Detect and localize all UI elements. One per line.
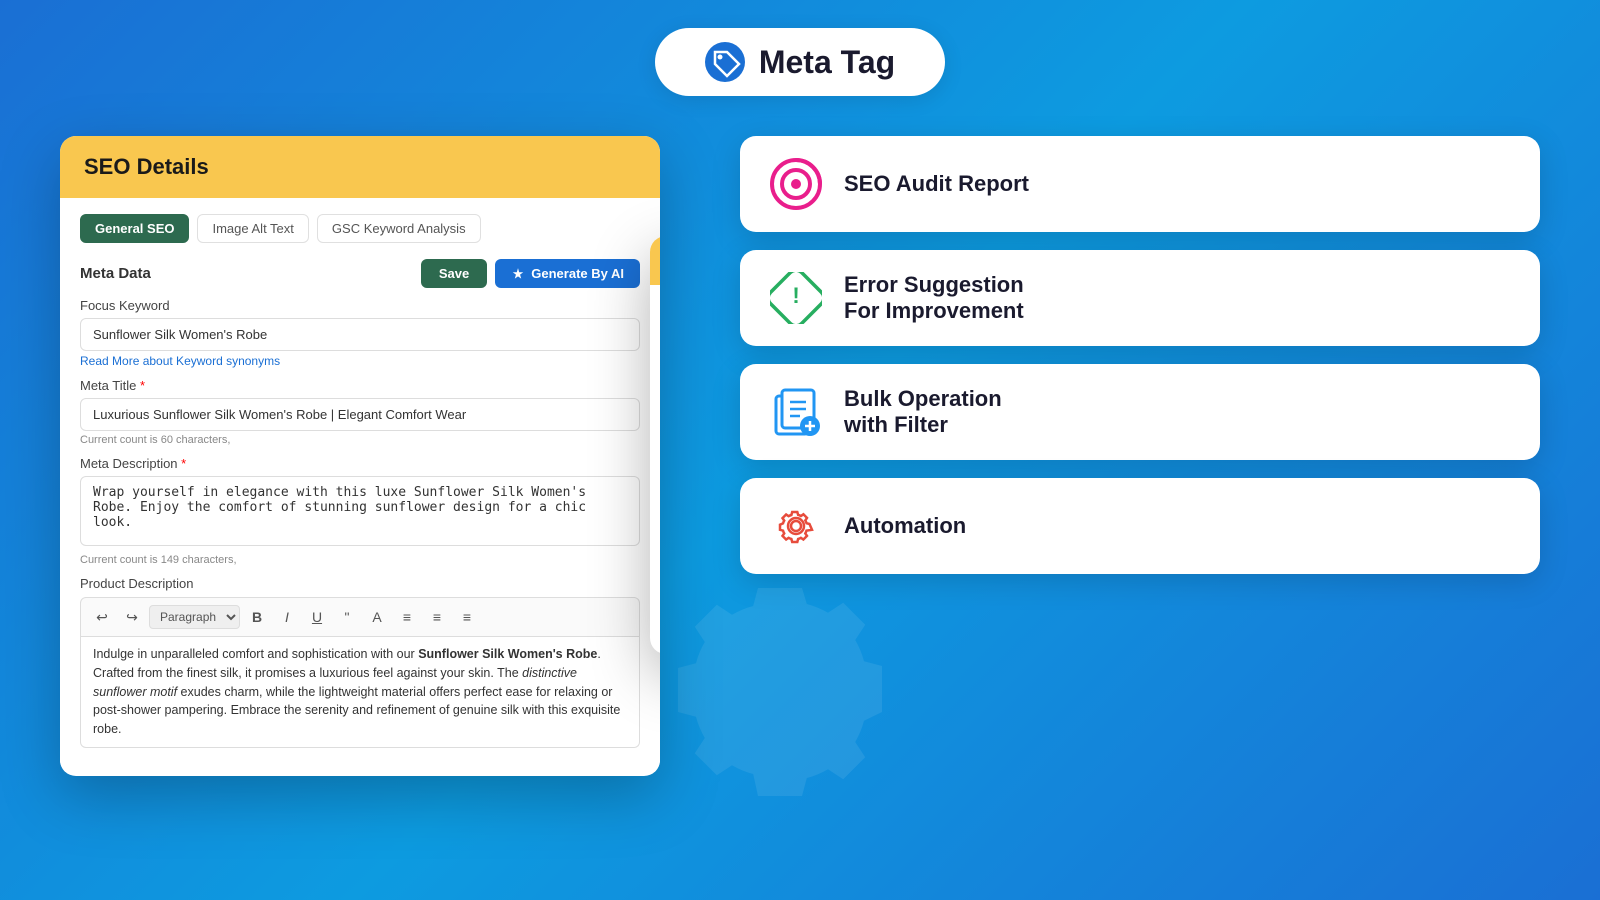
meta-title-input[interactable] <box>80 398 640 431</box>
quote-button[interactable]: " <box>334 604 360 630</box>
seo-audit-icon <box>770 158 822 210</box>
svg-text:!: ! <box>792 283 799 308</box>
seo-audit-icon-wrapper <box>768 156 824 212</box>
undo-button[interactable]: ↩ <box>89 604 115 630</box>
keyword-synonyms-link[interactable]: Read More about Keyword synonyms <box>80 354 640 368</box>
font-color-button[interactable]: A <box>364 604 390 630</box>
meta-title-label: Meta Title * <box>80 378 640 393</box>
feature-card-bulk-operation[interactable]: Bulk Operationwith Filter <box>740 364 1540 460</box>
feature-card-automation[interactable]: Automation <box>740 478 1540 574</box>
align-center-button[interactable]: ≡ <box>424 604 450 630</box>
seo-audit-label: SEO Audit Report <box>844 171 1029 197</box>
header: Meta Tag <box>0 0 1600 116</box>
focus-keyword-label: Focus Keyword <box>80 298 640 313</box>
section-header: Meta Data Save Generate By AI <box>80 259 640 288</box>
error-suggestion-icon: ! <box>770 272 822 324</box>
meta-data-label: Meta Data <box>80 265 151 282</box>
bold-button[interactable]: B <box>244 604 270 630</box>
automation-label: Automation <box>844 513 966 539</box>
header-title: Meta Tag <box>759 44 895 81</box>
focus-keyword-input[interactable] <box>80 318 640 351</box>
seo-analysis-header: SEO Analysis <box>650 236 660 285</box>
bulk-operation-icon <box>770 386 822 438</box>
features-panel: SEO Audit Report ! Error SuggestionFor I… <box>660 116 1540 574</box>
feature-card-error-suggestion[interactable]: ! Error SuggestionFor Improvement <box>740 250 1540 346</box>
feature-card-seo-audit[interactable]: SEO Audit Report <box>740 136 1540 232</box>
automation-icon <box>770 500 822 552</box>
seo-details-title: SEO Details <box>84 154 209 179</box>
seo-details-card: SEO Details General SEO Image Alt Text G… <box>60 136 660 776</box>
action-buttons: Save Generate By AI <box>421 259 640 288</box>
seo-details-header: SEO Details <box>60 136 660 198</box>
error-suggestion-icon-wrapper: ! <box>768 270 824 326</box>
sparkle-icon <box>511 267 525 281</box>
seo-details-body: General SEO Image Alt Text GSC Keyword A… <box>60 198 660 772</box>
meta-description-label: Meta Description * <box>80 456 640 471</box>
align-left-button[interactable]: ≡ <box>394 604 420 630</box>
tag-icon <box>705 42 745 82</box>
tab-image-alt-text[interactable]: Image Alt Text <box>197 214 308 243</box>
tab-gsc-keyword[interactable]: GSC Keyword Analysis <box>317 214 481 243</box>
align-right-button[interactable]: ≡ <box>454 604 480 630</box>
paragraph-select[interactable]: Paragraph <box>149 605 240 629</box>
editor-toolbar: ↩ ↪ Paragraph B I U " A ≡ ≡ ≡ <box>80 597 640 637</box>
header-pill: Meta Tag <box>655 28 945 96</box>
save-button[interactable]: Save <box>421 259 487 288</box>
generate-button[interactable]: Generate By AI <box>495 259 640 288</box>
bulk-operation-label: Bulk Operationwith Filter <box>844 386 1002 439</box>
meta-title-char-count: Current count is 60 characters, <box>80 434 640 446</box>
underline-button[interactable]: U <box>304 604 330 630</box>
redo-button[interactable]: ↪ <box>119 604 145 630</box>
tab-general-seo[interactable]: General SEO <box>80 214 189 243</box>
bulk-operation-icon-wrapper <box>768 384 824 440</box>
tabs-container: General SEO Image Alt Text GSC Keyword A… <box>80 214 640 243</box>
meta-description-input[interactable]: Wrap yourself in elegance with this luxe… <box>80 476 640 546</box>
seo-analysis-card: SEO Analysis Remove from sitemap SEO Sco… <box>650 236 660 654</box>
product-description-label: Product Description <box>80 576 640 591</box>
seo-analysis-body: Remove from sitemap SEO Score 86% <box>650 285 660 654</box>
meta-description-char-count: Current count is 149 characters, <box>80 554 640 566</box>
italic-button[interactable]: I <box>274 604 300 630</box>
automation-icon-wrapper <box>768 498 824 554</box>
meta-section: Meta Data Save Generate By AI Focus Keyw… <box>80 259 640 748</box>
editor-content[interactable]: Indulge in unparalleled comfort and soph… <box>80 637 640 748</box>
error-suggestion-label: Error SuggestionFor Improvement <box>844 272 1024 325</box>
main-content: SEO Details General SEO Image Alt Text G… <box>0 116 1600 896</box>
